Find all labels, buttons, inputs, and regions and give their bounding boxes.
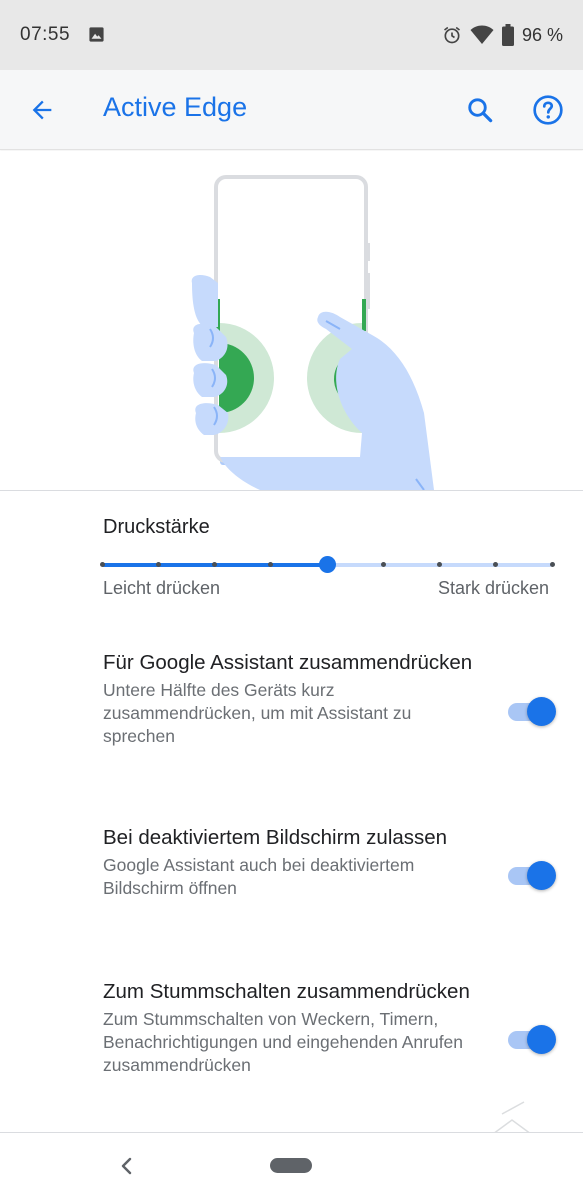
active-edge-illustration — [0, 151, 583, 490]
slider-min-label: Leicht drücken — [103, 578, 221, 598]
nav-back-button[interactable] — [112, 1151, 140, 1181]
slider-tick — [212, 562, 217, 567]
pressure-slider[interactable] — [96, 550, 560, 580]
battery-percent: 96 % — [521, 24, 563, 45]
search-icon — [468, 98, 493, 123]
battery-icon — [501, 24, 514, 46]
app-bar: Active Edge — [0, 70, 583, 150]
setting-summary: Google Assistant auch bei deaktiviertem … — [103, 855, 415, 898]
alarm-icon — [443, 26, 460, 44]
slider-max-label: Stark drücken — [437, 578, 549, 598]
page-title: Active Edge — [103, 92, 248, 122]
back-arrow-icon — [32, 100, 52, 120]
system-nav-bar — [0, 1133, 583, 1200]
screen-off-toggle[interactable] — [508, 861, 556, 891]
setting-summary: Untere Hälfte des Geräts kurz zusammendr… — [103, 680, 412, 746]
toggle-thumb — [527, 1025, 556, 1054]
slider-tick — [155, 562, 161, 567]
hand-squeezing-phone-illustration — [191, 175, 434, 490]
mute-squeeze-toggle[interactable] — [508, 1025, 556, 1055]
search-button[interactable] — [460, 90, 500, 130]
slider-tick — [549, 562, 555, 567]
setting-title: Bei deaktiviertem Bildschirm zulassen — [103, 826, 448, 849]
toggle-thumb — [527, 697, 556, 726]
wifi-icon — [470, 25, 494, 44]
slider-tick — [380, 562, 386, 567]
status-bar: 07:55 96 % — [0, 0, 583, 70]
image-icon — [89, 27, 104, 42]
setting-assistant-squeeze[interactable]: Für Google Assistant zusammendrücken Unt… — [103, 649, 483, 748]
help-button[interactable] — [528, 90, 568, 130]
toggle-thumb — [527, 861, 556, 890]
status-icons: 96 % — [442, 22, 563, 48]
illustration-divider — [0, 490, 583, 491]
slider-tick — [99, 562, 105, 567]
setting-mute-squeeze[interactable]: Zum Stummschalten zusammendrücken Zum St… — [103, 978, 483, 1077]
slider-tick — [437, 562, 442, 567]
nav-back-icon — [121, 1157, 132, 1175]
setting-title: Zum Stummschalten zusammendrücken — [103, 980, 470, 1003]
help-icon — [533, 95, 563, 125]
slider-thumb[interactable] — [318, 556, 336, 573]
nav-home-pill[interactable] — [270, 1158, 312, 1173]
status-time: 07:55 — [20, 24, 71, 45]
setting-screen-off[interactable]: Bei deaktiviertem Bildschirm zulassen Go… — [103, 824, 483, 900]
back-button[interactable] — [22, 90, 62, 130]
setting-title: Für Google Assistant zusammendrücken — [103, 651, 473, 674]
setting-summary: Zum Stummschalten von Weckern, Timern, B… — [103, 1009, 464, 1075]
assistant-squeeze-toggle[interactable] — [508, 697, 556, 727]
pressure-title: Druckstärke — [103, 516, 210, 538]
